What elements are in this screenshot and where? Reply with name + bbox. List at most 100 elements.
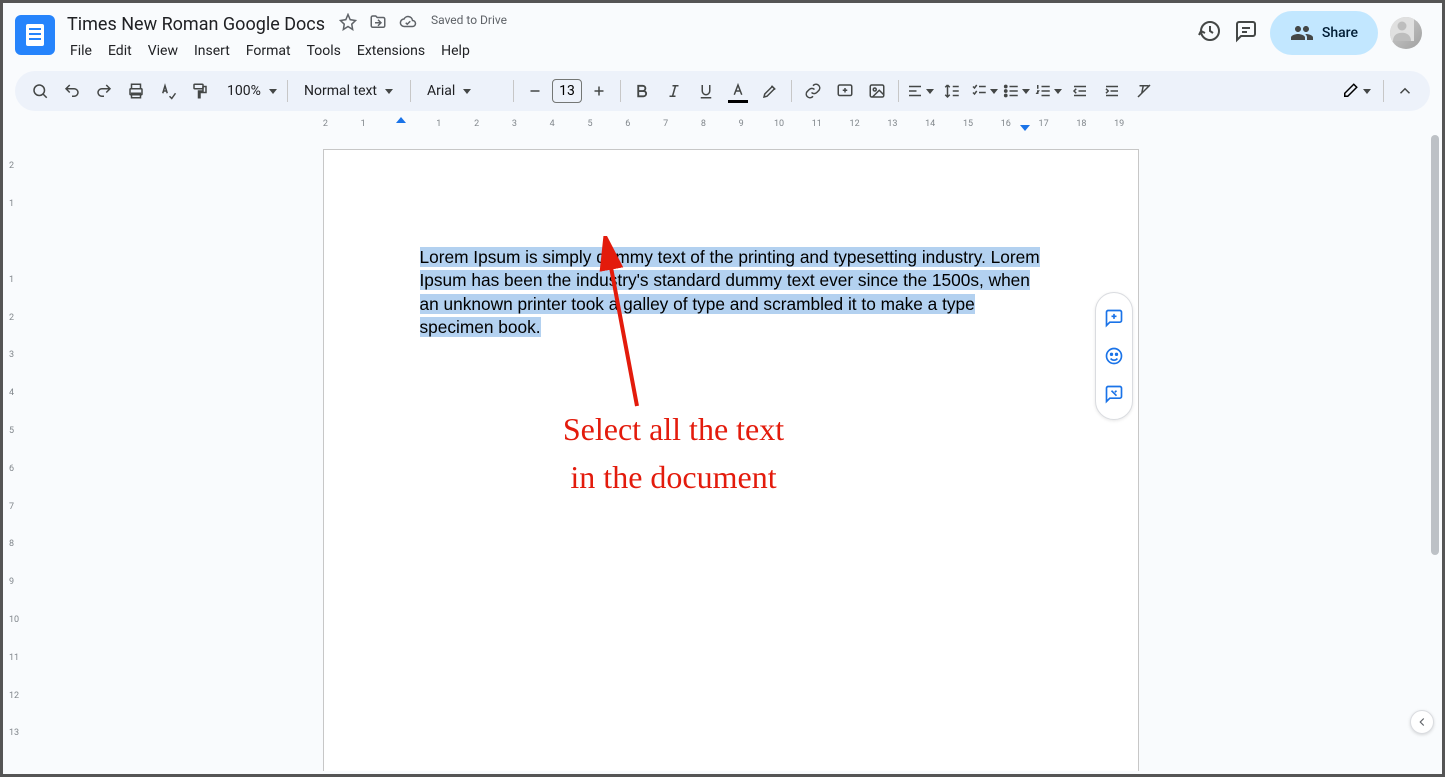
separator xyxy=(791,80,792,102)
share-button[interactable]: Share xyxy=(1270,11,1378,55)
paint-format-icon[interactable] xyxy=(185,76,215,106)
checklist-icon[interactable] xyxy=(969,76,999,106)
separator xyxy=(410,80,411,102)
toolbar: 100% Normal text Arial 13 xyxy=(15,71,1430,111)
ruler-label: 7 xyxy=(9,502,14,512)
ruler-label: 2 xyxy=(9,161,14,171)
ruler-label: 9 xyxy=(739,119,744,129)
increase-font-icon[interactable] xyxy=(584,76,614,106)
ruler-label: 11 xyxy=(812,119,822,129)
selected-document-text[interactable]: Lorem Ipsum is simply dummy text of the … xyxy=(420,247,1040,337)
editing-mode-dropdown[interactable] xyxy=(1335,82,1377,100)
chevron-down-icon xyxy=(1054,89,1062,94)
font-value: Arial xyxy=(423,83,459,99)
share-label: Share xyxy=(1322,25,1358,41)
clear-formatting-icon[interactable] xyxy=(1129,76,1159,106)
ruler-label: 15 xyxy=(963,119,973,129)
ruler-label: 4 xyxy=(550,119,555,129)
separator xyxy=(287,80,288,102)
add-comment-icon[interactable] xyxy=(1096,299,1132,337)
chevron-down-icon xyxy=(385,89,393,94)
increase-indent-icon[interactable] xyxy=(1097,76,1127,106)
decrease-indent-icon[interactable] xyxy=(1065,76,1095,106)
chevron-down-icon xyxy=(1022,89,1030,94)
chevron-down-icon xyxy=(1363,89,1371,94)
menu-view[interactable]: View xyxy=(141,39,185,63)
menu-help[interactable]: Help xyxy=(434,39,477,63)
document-title[interactable]: Times New Roman Google Docs xyxy=(63,12,329,37)
ruler-label: 2 xyxy=(323,119,328,129)
star-icon[interactable] xyxy=(339,13,357,35)
vertical-scrollbar[interactable] xyxy=(1431,135,1439,771)
menu-tools[interactable]: Tools xyxy=(300,39,348,63)
image-icon[interactable] xyxy=(862,76,892,106)
horizontal-ruler[interactable]: 2112345678910111213141516171819 xyxy=(3,117,1442,135)
ruler-label: 2 xyxy=(474,119,479,129)
menu-edit[interactable]: Edit xyxy=(101,39,139,63)
redo-icon[interactable] xyxy=(89,76,119,106)
align-icon[interactable] xyxy=(905,76,935,106)
chevron-down-icon xyxy=(269,89,277,94)
line-spacing-icon[interactable] xyxy=(937,76,967,106)
annotation-arrow xyxy=(592,236,652,416)
link-icon[interactable] xyxy=(798,76,828,106)
paragraph-style-value: Normal text xyxy=(300,83,381,99)
first-line-indent-marker[interactable] xyxy=(396,117,406,123)
zoom-dropdown[interactable]: 100% xyxy=(217,83,281,99)
menu-file[interactable]: File xyxy=(63,39,99,63)
ruler-label: 1 xyxy=(9,275,14,285)
suggest-edits-icon[interactable] xyxy=(1096,375,1132,413)
separator xyxy=(620,80,621,102)
bulleted-list-icon[interactable] xyxy=(1001,76,1031,106)
decrease-font-icon[interactable] xyxy=(520,76,550,106)
ruler-label: 1 xyxy=(436,119,441,129)
ruler-label: 8 xyxy=(701,119,706,129)
undo-icon[interactable] xyxy=(57,76,87,106)
docs-logo-icon[interactable] xyxy=(15,15,55,55)
add-emoji-icon[interactable] xyxy=(1096,337,1132,375)
right-indent-marker[interactable] xyxy=(1020,125,1030,131)
font-size-input[interactable]: 13 xyxy=(552,79,582,103)
ruler-label: 5 xyxy=(9,426,14,436)
comment-icon[interactable] xyxy=(830,76,860,106)
title-area: Times New Roman Google Docs Saved to Dri… xyxy=(63,11,507,63)
menu-extensions[interactable]: Extensions xyxy=(350,39,432,63)
highlight-icon[interactable] xyxy=(755,76,785,106)
ruler-label: 17 xyxy=(1039,119,1049,129)
move-icon[interactable] xyxy=(369,13,387,35)
document-page[interactable]: Lorem Ipsum is simply dummy text of the … xyxy=(323,149,1139,771)
ruler-label: 8 xyxy=(9,539,14,549)
ruler-label: 18 xyxy=(1076,119,1086,129)
annotation-text-line1: Select all the text xyxy=(563,411,784,447)
menu-insert[interactable]: Insert xyxy=(187,39,237,63)
search-menus-icon[interactable] xyxy=(25,76,55,106)
paragraph-style-dropdown[interactable]: Normal text xyxy=(294,83,404,99)
spellcheck-icon[interactable] xyxy=(153,76,183,106)
app-header: Times New Roman Google Docs Saved to Dri… xyxy=(3,3,1442,67)
text-color-icon[interactable] xyxy=(723,76,753,106)
font-dropdown[interactable]: Arial xyxy=(417,83,507,99)
comments-icon[interactable] xyxy=(1234,19,1258,47)
document-canvas[interactable]: Lorem Ipsum is simply dummy text of the … xyxy=(25,135,1436,771)
collapse-toolbar-icon[interactable] xyxy=(1390,76,1420,106)
ruler-label: 3 xyxy=(9,350,14,360)
annotation-overlay: Select all the text in the document xyxy=(424,405,924,501)
vertical-ruler[interactable]: 2112345678910111213 xyxy=(5,132,22,774)
show-side-panel-icon[interactable] xyxy=(1410,710,1434,734)
numbered-list-icon[interactable] xyxy=(1033,76,1063,106)
scrollbar-thumb[interactable] xyxy=(1431,135,1439,555)
menu-bar: File Edit View Insert Format Tools Exten… xyxy=(63,39,507,63)
underline-icon[interactable] xyxy=(691,76,721,106)
ruler-label: 14 xyxy=(925,119,935,129)
user-avatar[interactable] xyxy=(1390,17,1422,49)
italic-icon[interactable] xyxy=(659,76,689,106)
print-icon[interactable] xyxy=(121,76,151,106)
menu-format[interactable]: Format xyxy=(239,39,298,63)
annotation-text-line2: in the document xyxy=(570,459,776,495)
cloud-saved-icon[interactable] xyxy=(399,13,417,35)
bold-icon[interactable] xyxy=(627,76,657,106)
ruler-label: 7 xyxy=(663,119,668,129)
ruler-label: 3 xyxy=(512,119,517,129)
history-icon[interactable] xyxy=(1198,19,1222,47)
saved-status-text: Saved to Drive xyxy=(431,13,507,35)
